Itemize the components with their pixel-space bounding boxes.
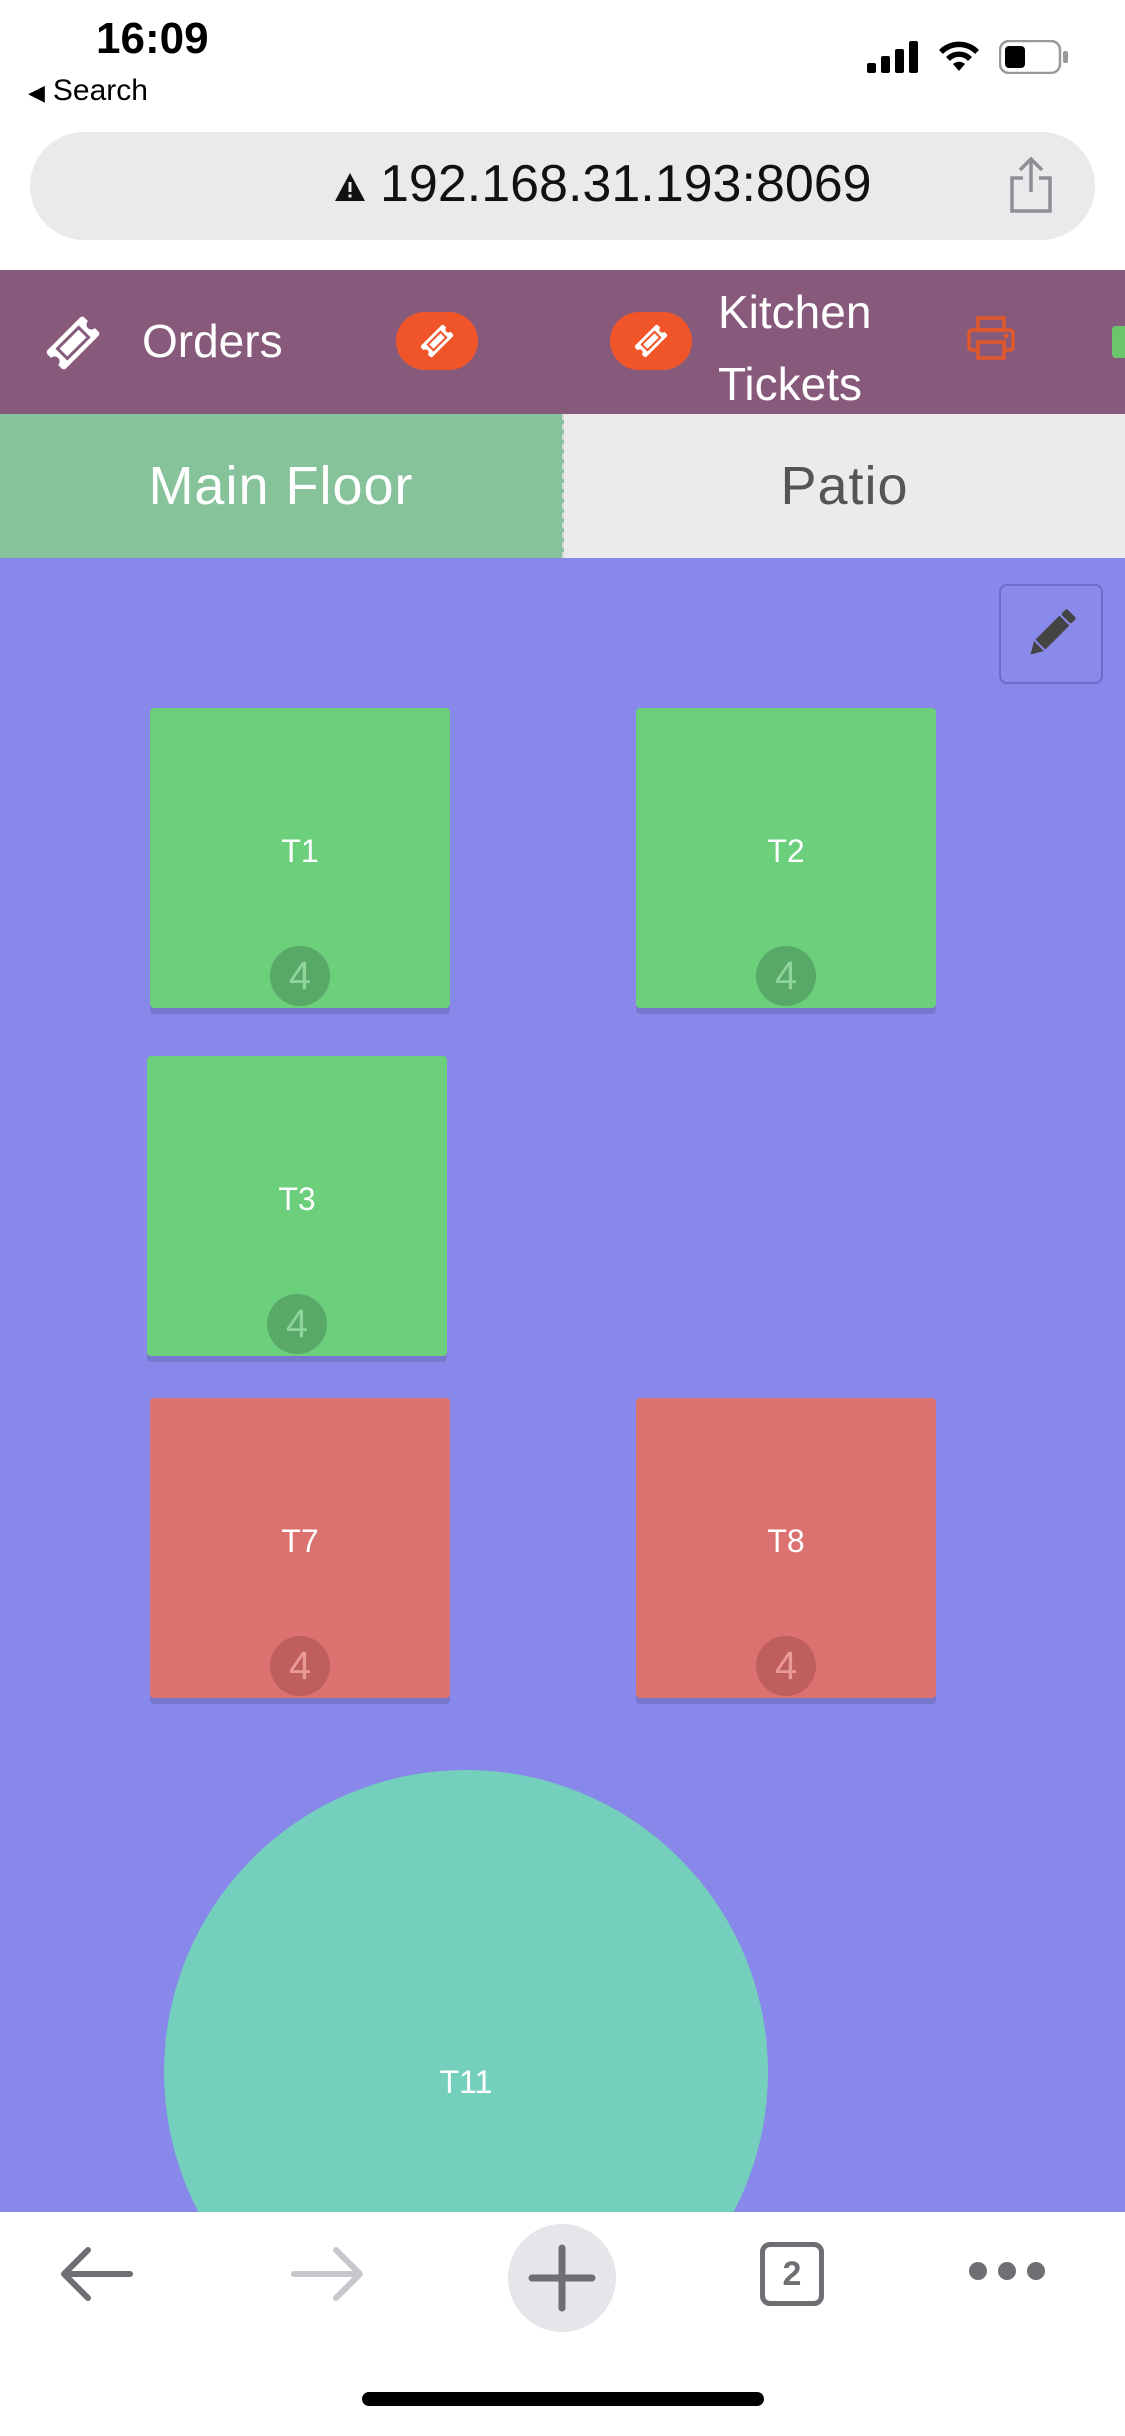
status-time: 16:09 [96, 14, 209, 63]
pencil-icon [1030, 609, 1076, 655]
orders-ticket-badge[interactable] [396, 312, 478, 370]
back-search-label: Search [52, 74, 148, 107]
seat-count-badge: 4 [267, 1294, 327, 1354]
table-t11[interactable]: T11 [164, 1770, 768, 2212]
floor-plan: T1 4 T2 4 T3 4 T7 4 T8 4 T11 [0, 558, 1125, 2212]
back-button[interactable] [56, 2242, 136, 2306]
url-text: 192.168.31.193:8069 [380, 155, 872, 213]
back-to-search-link[interactable]: ◀ Search [28, 74, 148, 108]
home-indicator [362, 2392, 764, 2406]
tab-main-floor[interactable]: Main Floor [0, 414, 564, 558]
table-name: T8 [767, 1523, 805, 1559]
seat-count-badge: 4 [756, 1636, 816, 1696]
floor-selector: Main Floor Patio [0, 414, 1125, 558]
new-tab-button[interactable] [508, 2224, 616, 2332]
sync-status-indicator[interactable] [1112, 326, 1125, 358]
table-t7[interactable]: T7 4 [150, 1398, 450, 1698]
kitchen-label-line2: Tickets [718, 358, 862, 410]
seat-count-badge: 4 [270, 1636, 330, 1696]
tab-patio[interactable]: Patio [564, 414, 1125, 558]
warning-icon [335, 173, 365, 201]
forward-arrow-icon [291, 2247, 363, 2301]
pos-top-nav: Orders Kitchen Tickets [0, 270, 1125, 414]
table-name: T1 [281, 833, 319, 869]
table-name: T7 [281, 1523, 319, 1559]
ticket-badge-icon [634, 324, 668, 358]
wifi-icon [939, 41, 979, 71]
table-name: T2 [767, 833, 805, 869]
share-icon[interactable] [1007, 156, 1055, 214]
seat-count-badge: 4 [756, 946, 816, 1006]
address-bar[interactable]: 192.168.31.193:8069 [30, 132, 1095, 240]
battery-icon [999, 40, 1068, 74]
more-button[interactable] [966, 2256, 1048, 2286]
kitchen-ticket-badge[interactable] [610, 312, 692, 370]
ticket-badge-icon [420, 324, 454, 358]
printer-icon[interactable] [966, 316, 1016, 362]
seat-count-badge: 4 [270, 946, 330, 1006]
table-name: T3 [278, 1181, 316, 1217]
tabs-button[interactable]: 2 [760, 2242, 824, 2306]
orders-button[interactable]: Orders [142, 314, 283, 368]
table-t8[interactable]: T8 4 [636, 1398, 936, 1698]
back-triangle-icon: ◀ [28, 80, 45, 105]
kitchen-label-line1: Kitchen [718, 286, 872, 338]
table-name: T11 [439, 2064, 493, 2100]
table-t1[interactable]: T1 4 [150, 708, 450, 1008]
signal-icon [867, 41, 918, 73]
more-icon [969, 2262, 1045, 2280]
ticket-icon[interactable] [40, 310, 106, 376]
back-arrow-icon [61, 2247, 133, 2301]
status-icons [867, 40, 1069, 74]
forward-button[interactable] [288, 2242, 368, 2306]
edit-floor-button[interactable] [999, 584, 1103, 684]
status-bar: 16:09 ◀ Search [0, 0, 1125, 128]
kitchen-tickets-button[interactable]: Kitchen Tickets [718, 276, 871, 414]
plus-icon [528, 2244, 596, 2312]
table-t3[interactable]: T3 4 [147, 1056, 447, 1356]
table-t2[interactable]: T2 4 [636, 708, 936, 1008]
